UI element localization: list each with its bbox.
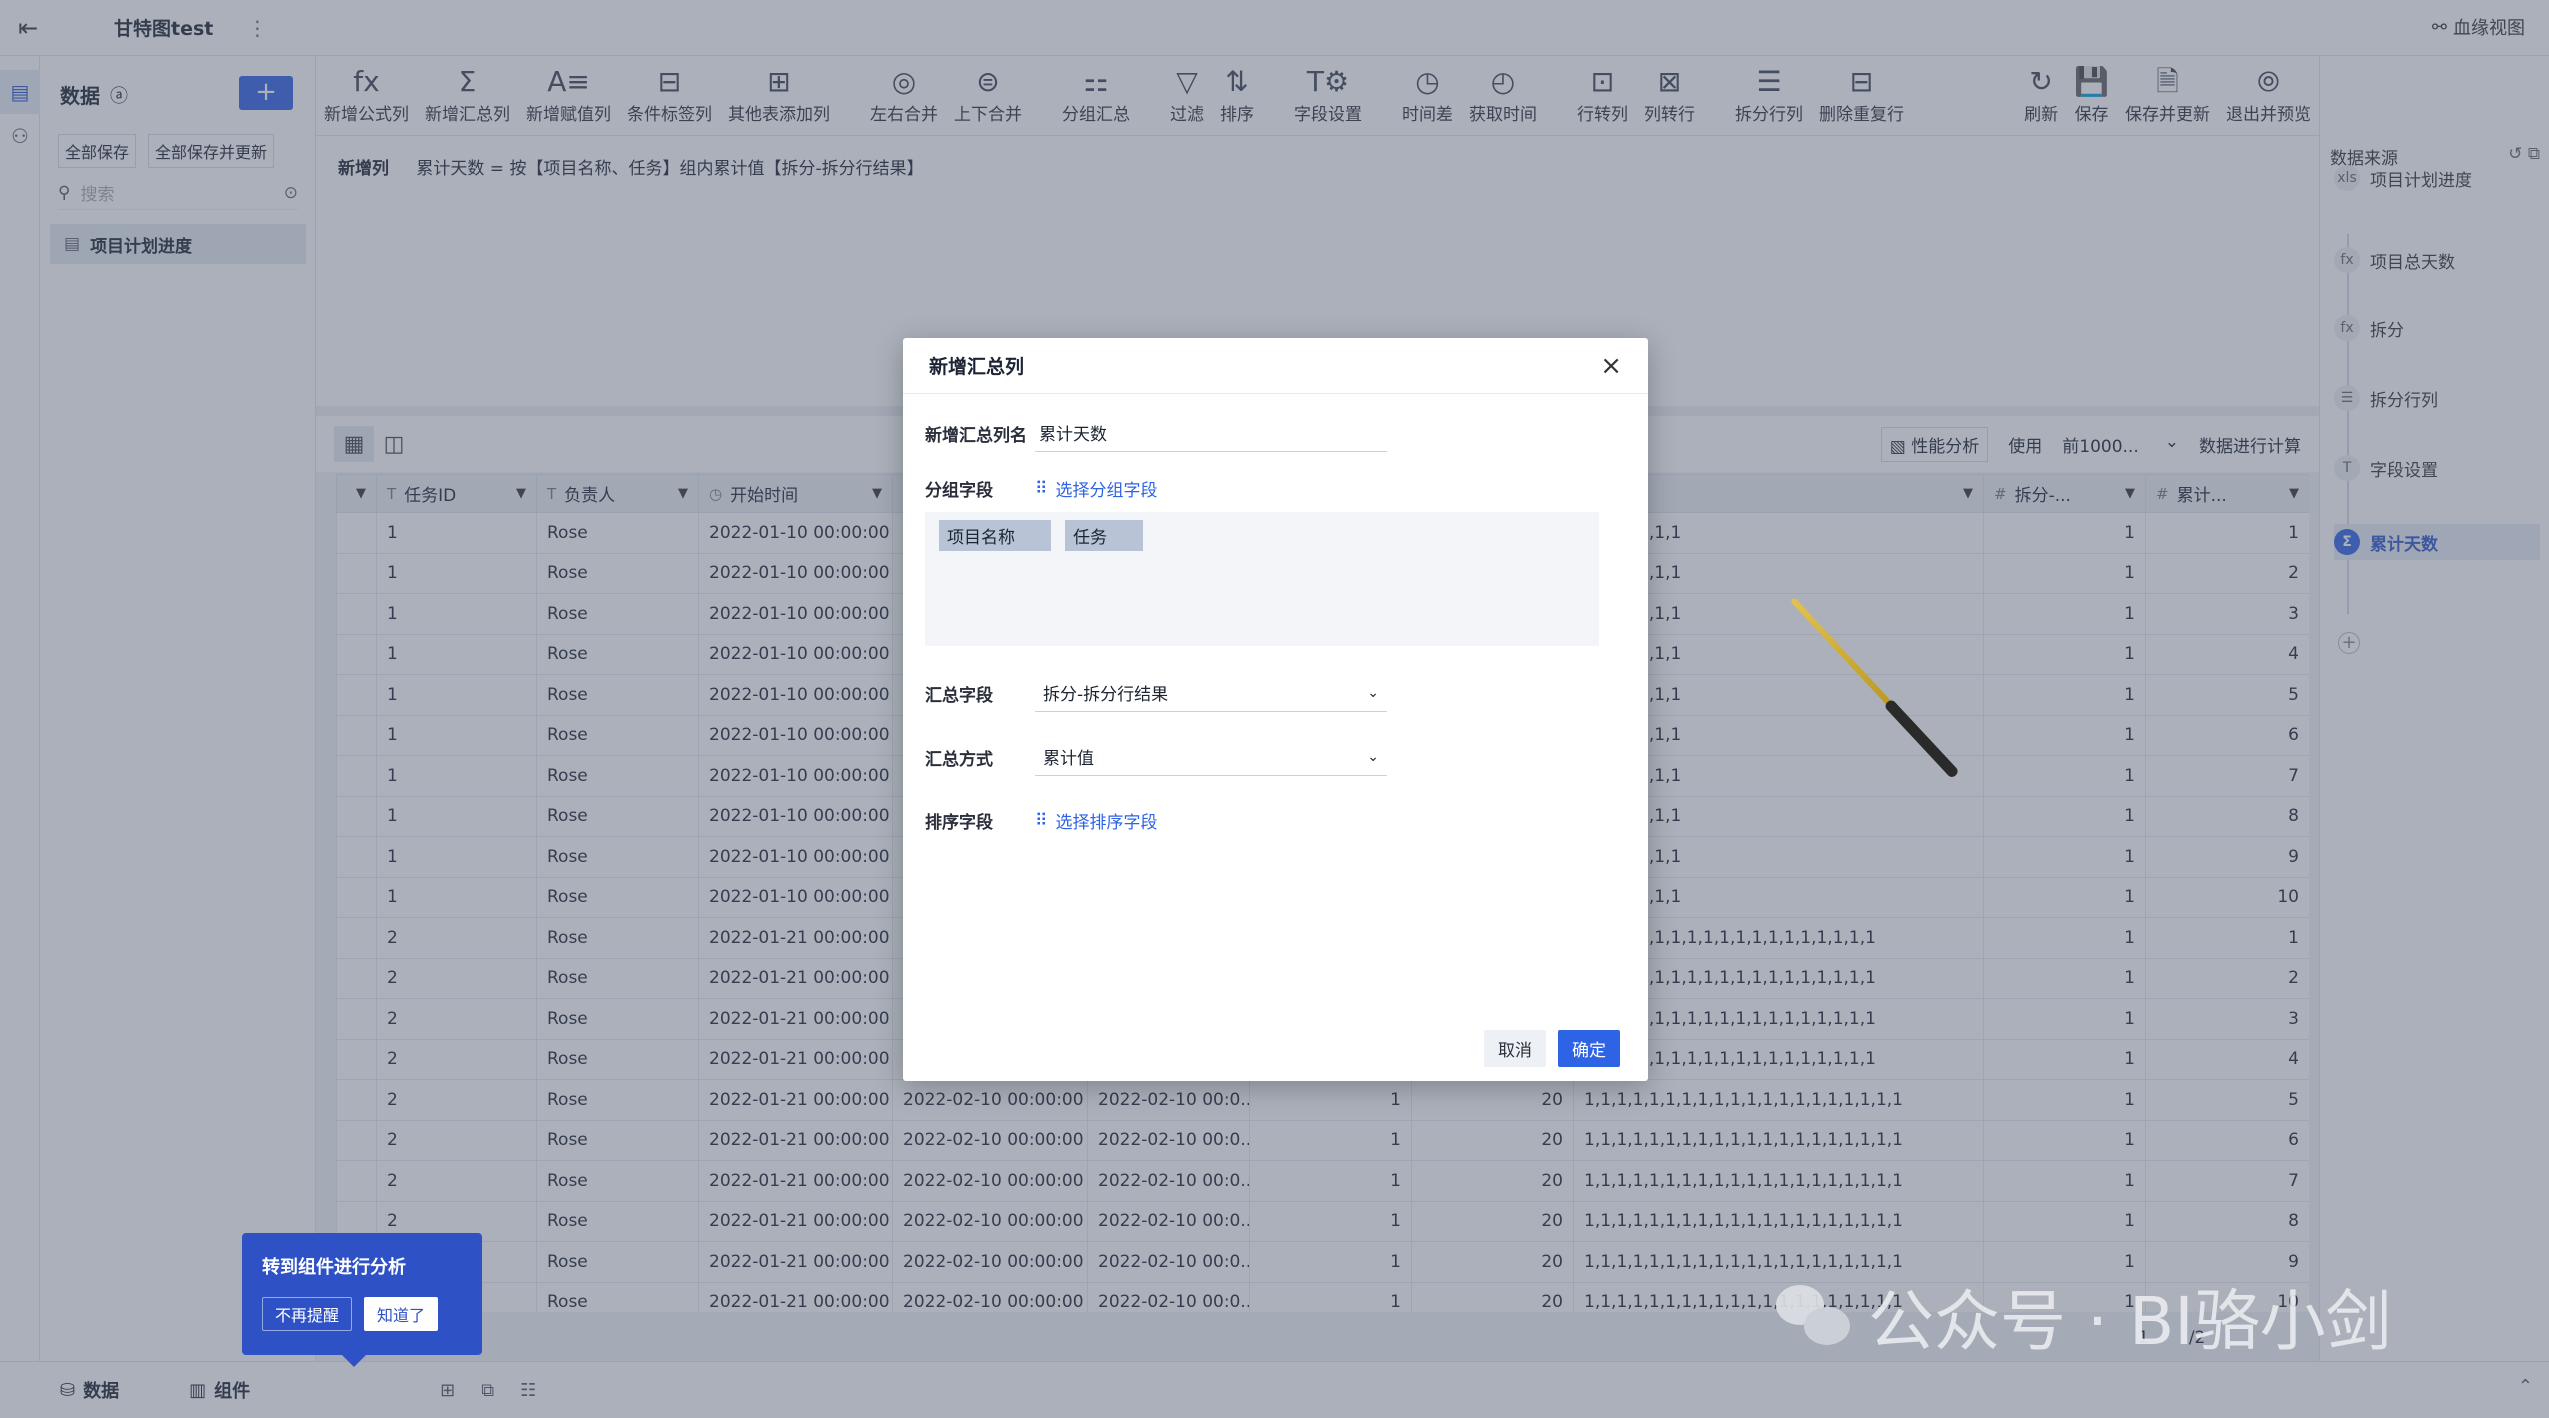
summary-field-select[interactable]: 拆分-拆分行结果 ⌄ [1035, 674, 1387, 712]
add-summary-column-dialog: 新增汇总列 × 新增汇总列名 累计天数 分组字段 ⠿ 选择分组字段 项目名称 任… [903, 338, 1648, 1081]
tip-popover: 转到组件进行分析 不再提醒 知道了 [242, 1233, 482, 1367]
summary-field-label: 汇总字段 [925, 685, 993, 706]
tip-title: 转到组件进行分析 [262, 1257, 406, 1278]
ok-tip-button[interactable]: 知道了 [364, 1297, 439, 1331]
group-tag[interactable]: 项目名称 [939, 520, 1051, 551]
confirm-button[interactable]: 确定 [1558, 1030, 1620, 1067]
cancel-button[interactable]: 取消 [1484, 1030, 1546, 1067]
summary-method-label: 汇总方式 [925, 749, 993, 770]
dialog-title: 新增汇总列 [929, 356, 1025, 378]
select-group-field-link[interactable]: ⠿ 选择分组字段 [1035, 476, 1158, 502]
chevron-down-icon: ⌄ [1367, 748, 1379, 765]
wechat-icon [1776, 1285, 1852, 1347]
close-icon[interactable]: × [1600, 351, 1622, 381]
chevron-down-icon: ⌄ [1367, 684, 1379, 701]
summary-method-value: 累计值 [1043, 749, 1094, 769]
column-name-label: 新增汇总列名 [925, 425, 1027, 446]
group-tag[interactable]: 任务 [1065, 520, 1143, 551]
watermark: 公众号 · BI骆小剑 [1776, 1268, 2392, 1364]
select-group-field-text: 选择分组字段 [1055, 481, 1158, 501]
dialog-header: 新增汇总列 × [903, 338, 1648, 394]
column-name-input[interactable]: 累计天数 [1035, 414, 1387, 452]
field-list-icon: ⠿ [1035, 478, 1048, 499]
tip-arrow [342, 1355, 366, 1367]
sort-field-label: 排序字段 [925, 813, 993, 833]
field-list-icon: ⠿ [1035, 810, 1048, 831]
watermark-text: 公众号 · BI骆小剑 [1868, 1283, 2392, 1360]
group-field-tags: 项目名称 任务 [925, 512, 1599, 646]
group-field-label: 分组字段 [925, 481, 993, 501]
dismiss-tip-button[interactable]: 不再提醒 [262, 1297, 353, 1331]
select-sort-field-link[interactable]: ⠿ 选择排序字段 [1035, 808, 1158, 834]
summary-field-value: 拆分-拆分行结果 [1043, 685, 1169, 705]
select-sort-field-text: 选择排序字段 [1055, 813, 1158, 833]
summary-method-select[interactable]: 累计值 ⌄ [1035, 738, 1387, 776]
